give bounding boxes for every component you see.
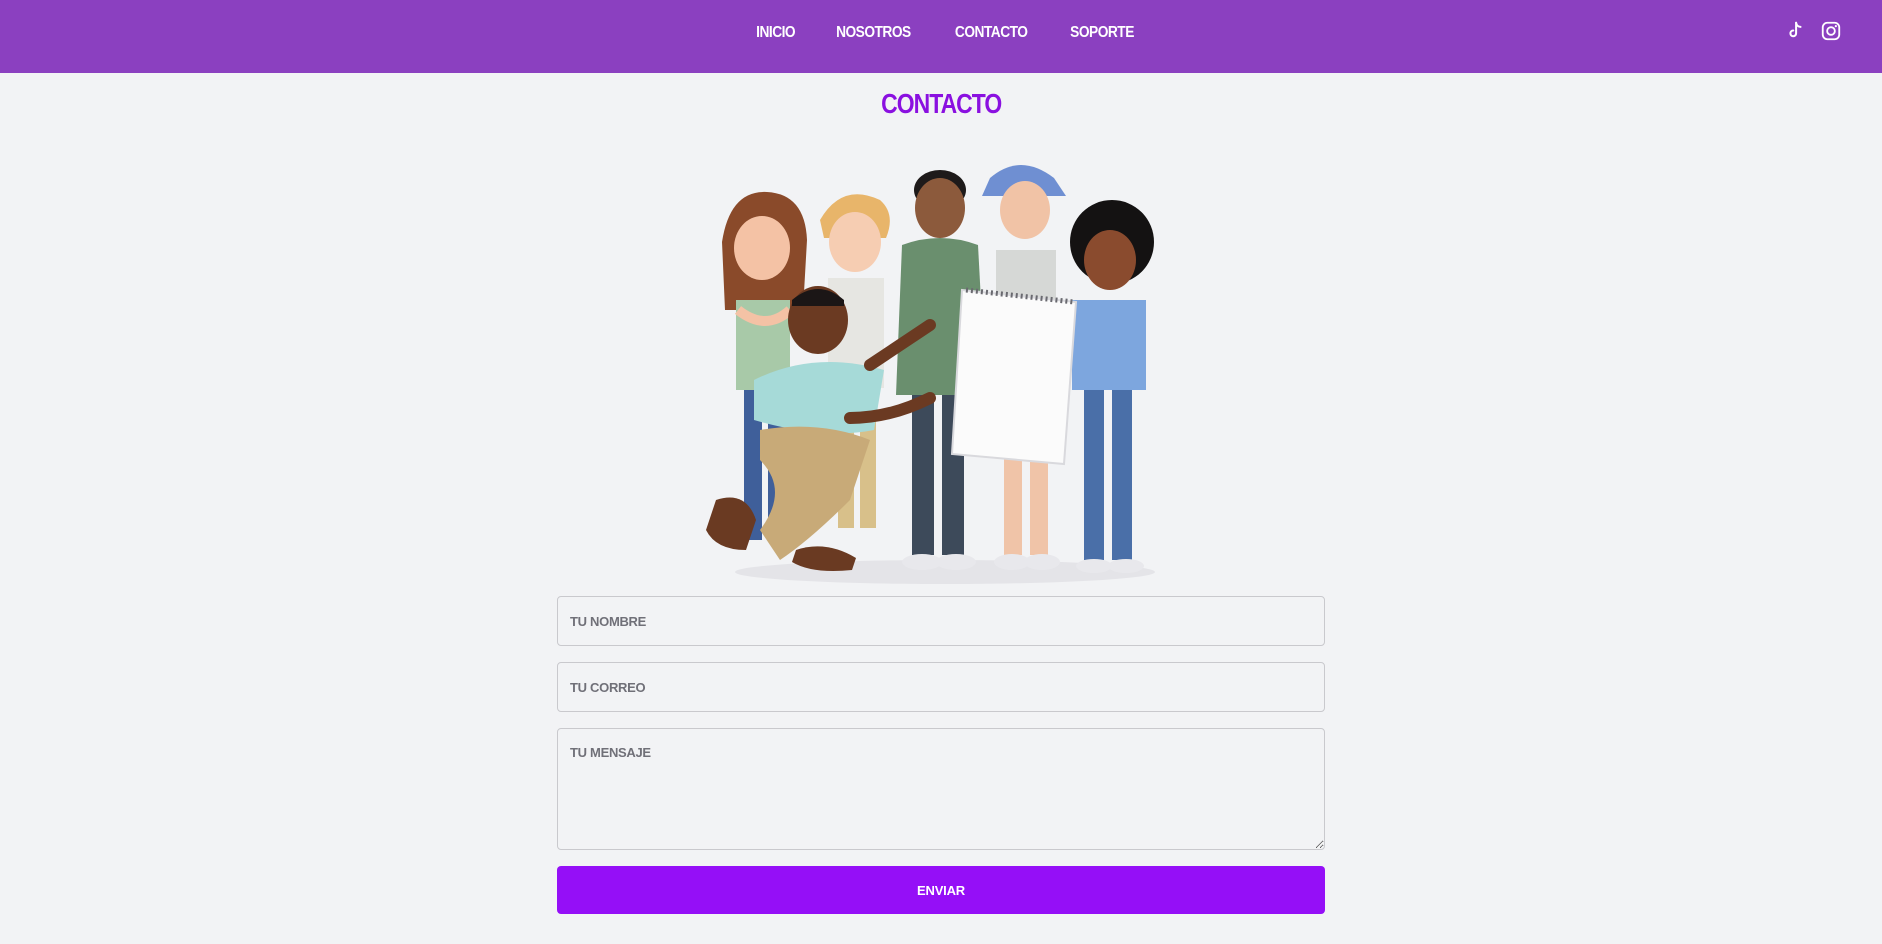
navbar: INICIO NOSOTROS CONTACTO SOPORTE (0, 0, 1882, 73)
nav-link-soporte[interactable]: SOPORTE (1070, 24, 1134, 42)
tiktok-icon[interactable] (1784, 20, 1806, 42)
message-textarea[interactable] (557, 728, 1325, 850)
social-links (1784, 20, 1842, 42)
nav-links: INICIO NOSOTROS CONTACTO SOPORTE (0, 0, 1882, 66)
page-title-text: CONTACTO (880, 88, 1002, 119)
email-input[interactable] (557, 662, 1325, 712)
figure-afro-boy (1070, 200, 1154, 573)
nav-link-nosotros[interactable]: NOSOTROS (836, 24, 911, 42)
nav-link-inicio[interactable]: INICIO (756, 24, 795, 42)
nav-link-contacto[interactable]: CONTACTO (955, 24, 1028, 42)
name-input[interactable] (557, 596, 1325, 646)
send-button[interactable]: ENVIAR (557, 866, 1325, 914)
notepad (950, 287, 1078, 466)
team-illustration (706, 165, 1155, 584)
page-title: CONTACTO (0, 88, 1882, 120)
contact-form: ENVIAR (557, 596, 1325, 914)
instagram-icon[interactable] (1820, 20, 1842, 42)
